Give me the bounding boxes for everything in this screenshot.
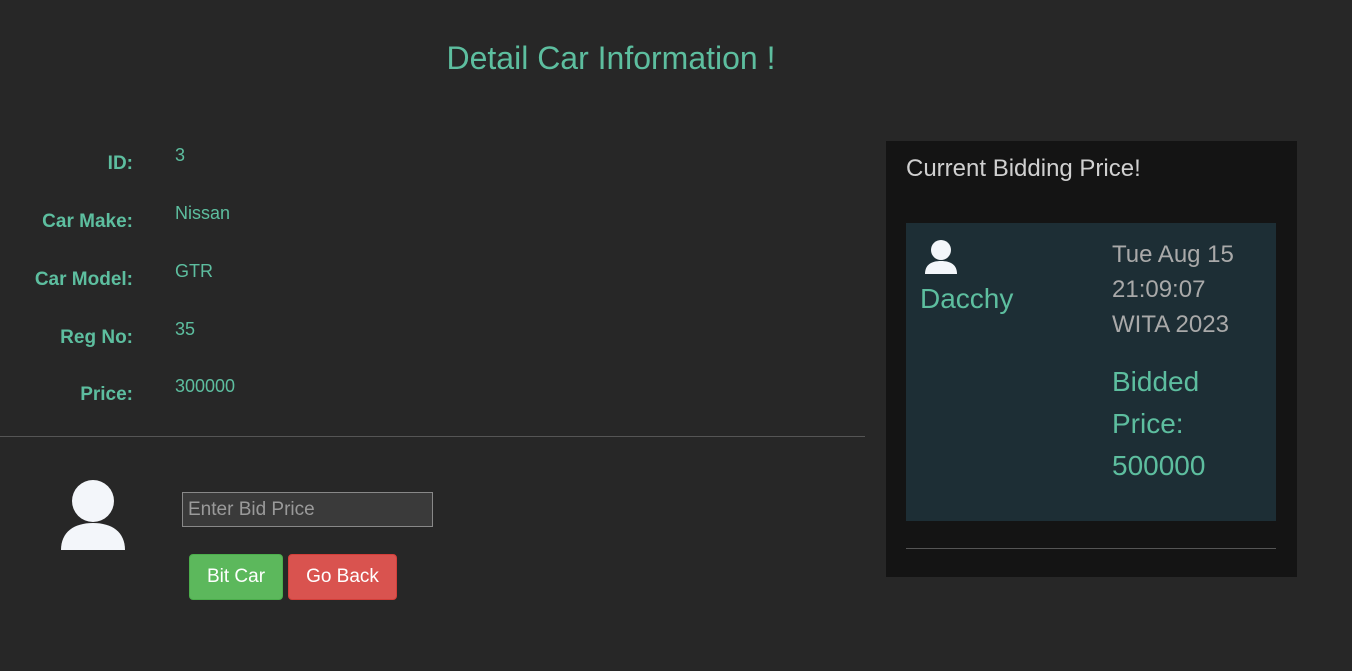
bid-price-input[interactable] — [182, 492, 433, 527]
detail-label-model: Car Model: — [34, 269, 133, 290]
bid-timestamp: Tue Aug 15 21:09:07 WITA 2023 — [1112, 241, 1234, 338]
bid-card: Dacchy Tue Aug 15 21:09:07 WITA 2023 Bid… — [906, 223, 1276, 521]
bidding-panel-title: Current Bidding Price! — [906, 155, 1141, 182]
detail-row-id: ID: 3 — [0, 145, 600, 180]
detail-row-model: Car Model: GTR — [0, 261, 600, 296]
detail-label-reg: Reg No: — [60, 327, 133, 348]
detail-value-id: 3 — [175, 145, 186, 165]
bidding-panel: Current Bidding Price! Dacchy Tue Aug 15… — [886, 141, 1297, 577]
detail-row-make: Car Make: Nissan — [0, 203, 600, 238]
detail-label-price: Price: — [80, 384, 133, 405]
detail-row-reg: Reg No: 35 — [0, 319, 600, 354]
go-back-button[interactable]: Go Back — [288, 554, 397, 600]
user-icon — [925, 240, 957, 274]
bid-car-button[interactable]: Bit Car — [189, 554, 283, 600]
page-title: Detail Car Information ! — [446, 40, 776, 76]
section-divider — [0, 436, 865, 437]
detail-value-make: Nissan — [175, 203, 231, 223]
panel-divider — [906, 548, 1276, 549]
detail-row-price: Price: 300000 — [0, 376, 600, 411]
detail-value-reg: 35 — [175, 319, 196, 339]
bid-price: Bidded Price: 500000 — [1112, 366, 1206, 481]
detail-value-model: GTR — [175, 261, 213, 281]
detail-label-make: Car Make: — [42, 211, 133, 232]
user-icon — [61, 480, 125, 550]
bidder-name: Dacchy — [920, 283, 1014, 314]
detail-label-id: ID: — [107, 153, 133, 174]
detail-value-price: 300000 — [175, 376, 236, 396]
